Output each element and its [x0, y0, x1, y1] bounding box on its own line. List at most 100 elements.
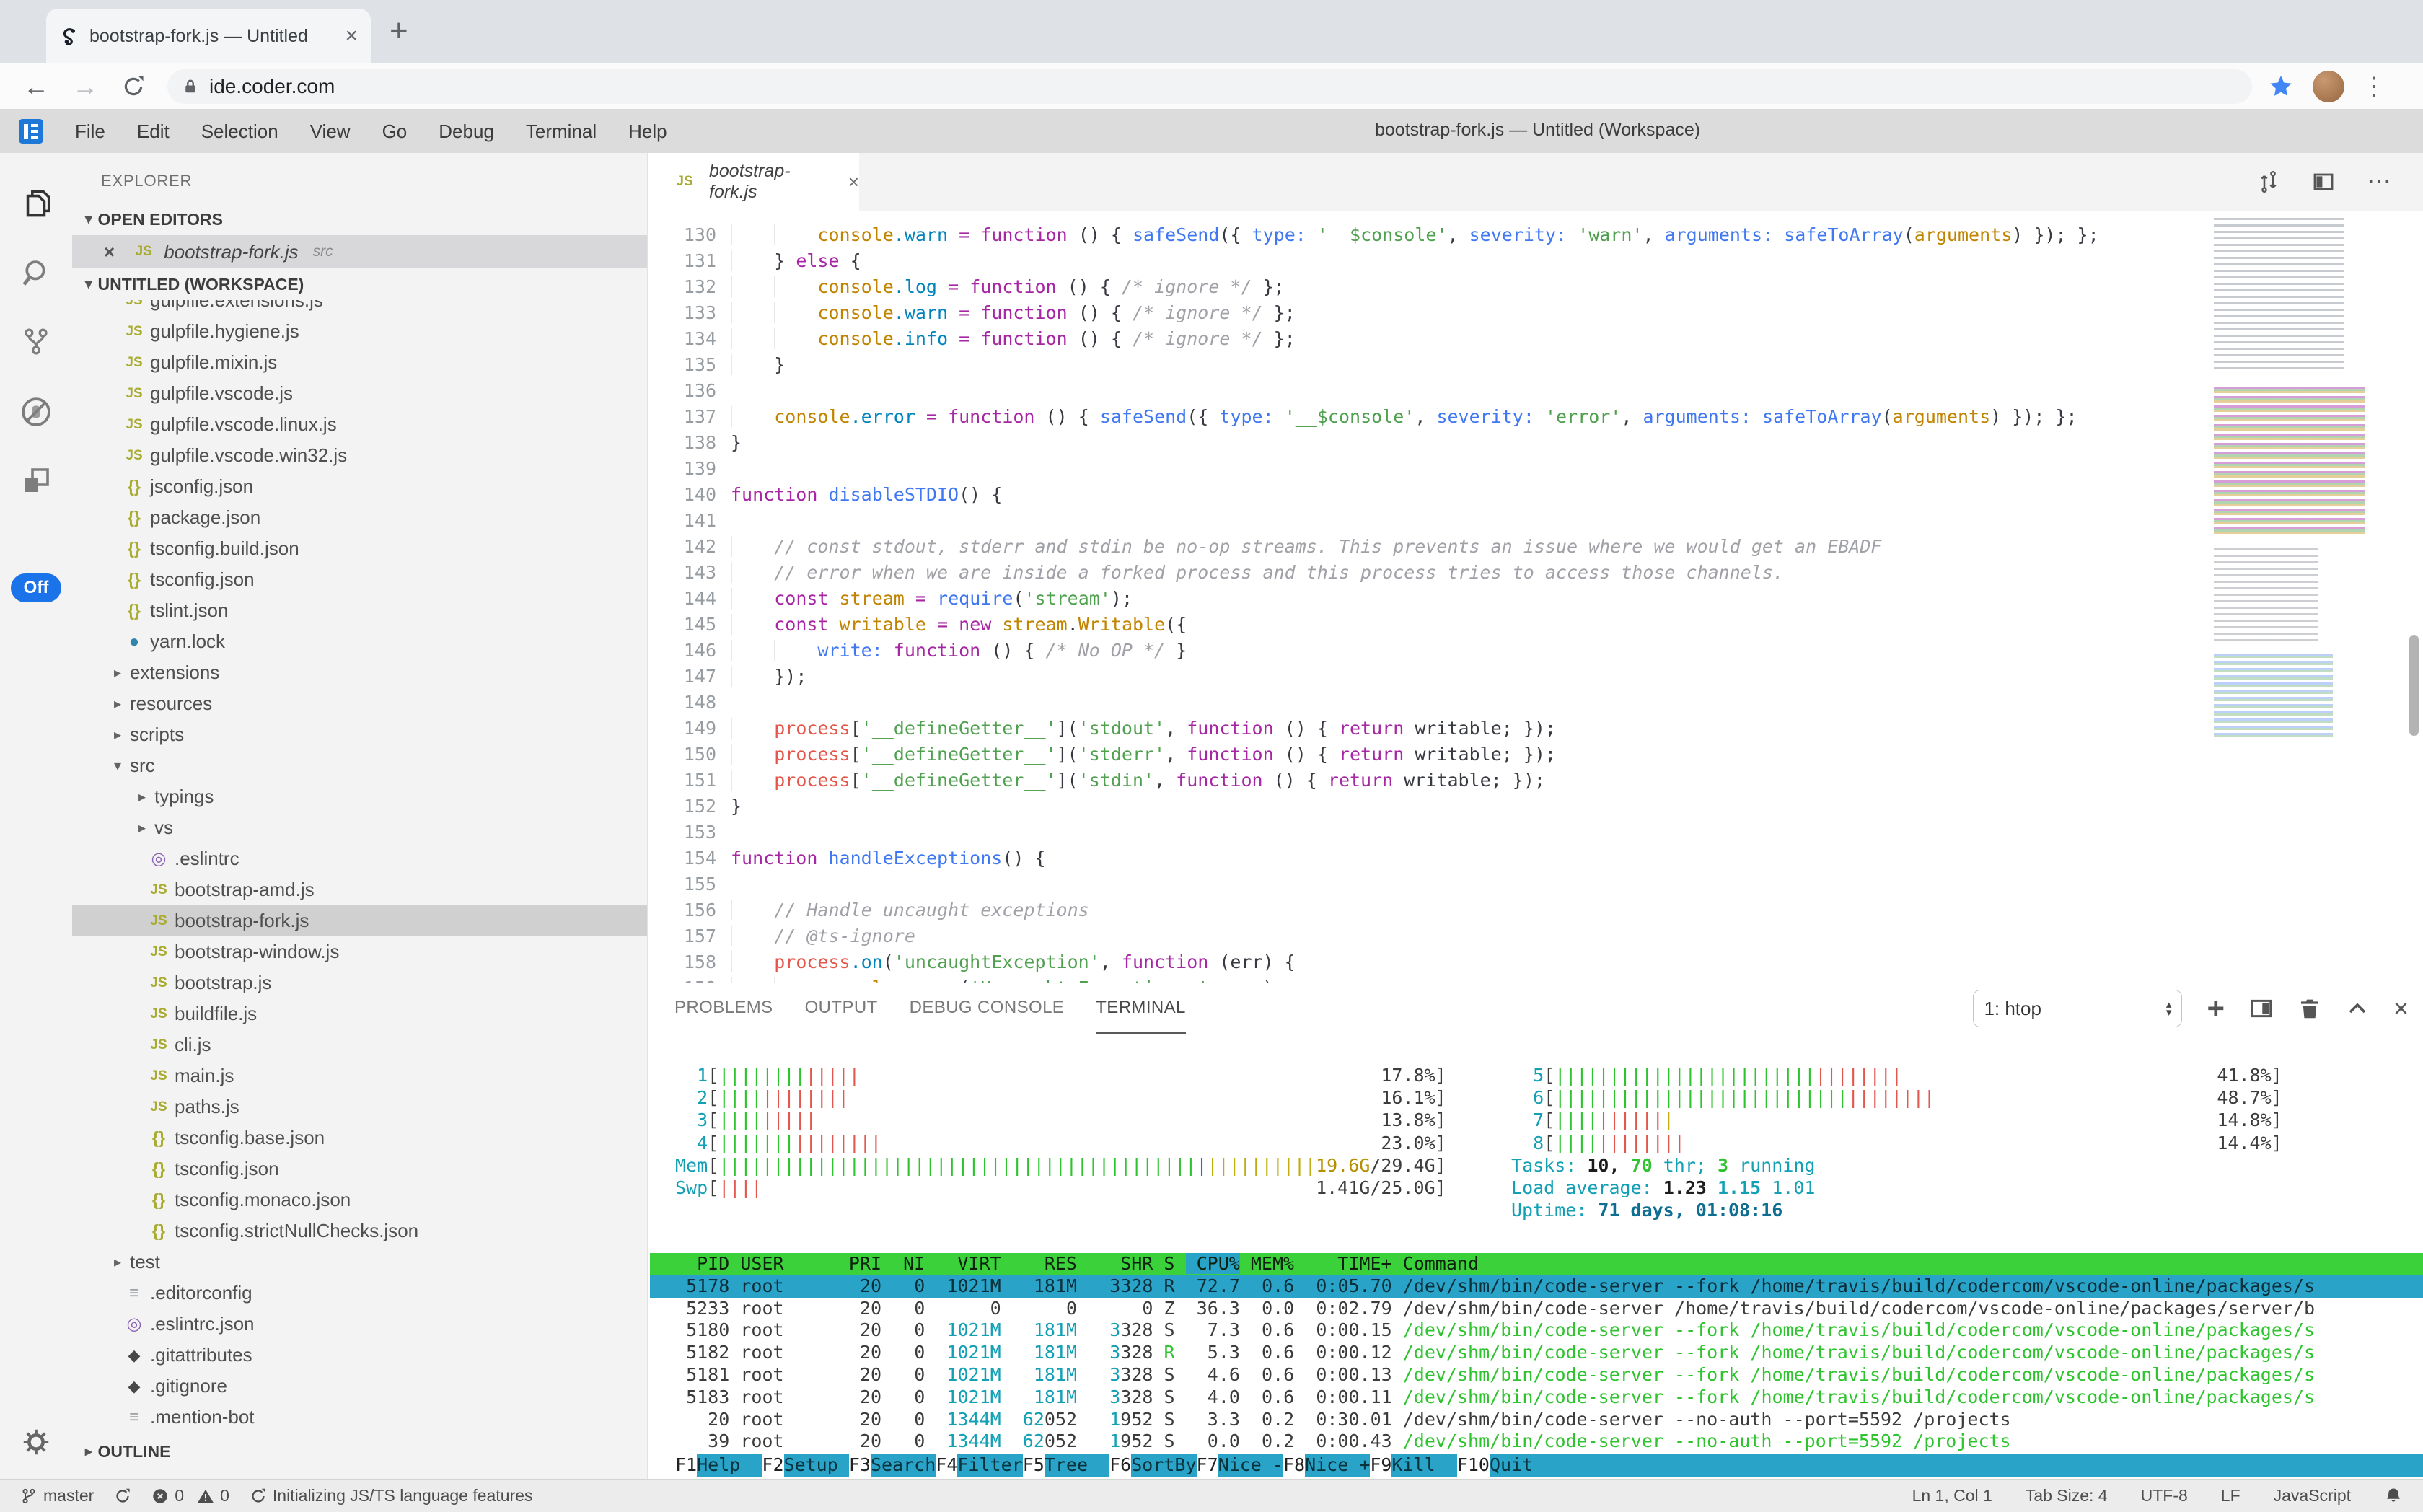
tree-item-bootstrap-window.js[interactable]: JSbootstrap-window.js — [72, 936, 647, 967]
tree-item-typings[interactable]: ▸typings — [72, 781, 647, 812]
tree-item-extensions[interactable]: ▸extensions — [72, 657, 647, 688]
fkey-f9[interactable]: F9 — [1370, 1454, 1391, 1477]
code-line-144[interactable]: const stream = require('stream'); — [731, 586, 2099, 612]
workspace-header[interactable]: ▾ UNTITLED (WORKSPACE) — [72, 268, 647, 300]
tree-item-paths.js[interactable]: JSpaths.js — [72, 1091, 647, 1122]
tree-item-tsconfig.strictNullChecks.json[interactable]: {}tsconfig.strictNullChecks.json — [72, 1216, 647, 1247]
process-row-5180[interactable]: 5180 root 20 0 1021M 181M 3328 S 7.3 0.6… — [650, 1319, 2423, 1342]
browser-menu-icon[interactable]: ⋮ — [2362, 72, 2386, 101]
minimap[interactable] — [2211, 215, 2391, 792]
tree-item-tsconfig.json[interactable]: {}tsconfig.json — [72, 1153, 647, 1184]
tree-item-yarn.lock[interactable]: ●yarn.lock — [72, 626, 647, 657]
code-line-135[interactable]: } — [731, 352, 2099, 378]
code-line-138[interactable]: } — [731, 430, 2099, 456]
fkey-action-filter[interactable]: Filter — [957, 1454, 1022, 1477]
tree-item-.editorconfig[interactable]: ≡.editorconfig — [72, 1278, 647, 1309]
maximize-panel-icon[interactable] — [2346, 997, 2369, 1020]
tab-close-icon[interactable]: × — [848, 171, 859, 193]
process-row-5233[interactable]: 5233 root 20 0 0 0 0 Z 36.3 0.0 0:02.79 … — [650, 1298, 2423, 1320]
panel-tab-problems[interactable]: PROBLEMS — [674, 983, 773, 1034]
tree-item-.mention-bot[interactable]: ≡.mention-bot — [72, 1402, 647, 1433]
fkey-action-search[interactable]: Search — [871, 1454, 936, 1477]
eol[interactable]: LF — [2221, 1486, 2240, 1506]
search-icon[interactable] — [0, 255, 72, 291]
code-line-156[interactable]: // Handle uncaught exceptions — [731, 897, 2099, 923]
code-line-149[interactable]: process['__defineGetter__']('stdout', fu… — [731, 716, 2099, 742]
tree-item-gulpfile.vscode.win32.js[interactable]: JSgulpfile.vscode.win32.js — [72, 440, 647, 471]
tree-item-tsconfig.build.json[interactable]: {}tsconfig.build.json — [72, 533, 647, 564]
process-row-5182[interactable]: 5182 root 20 0 1021M 181M 3328 R 5.3 0.6… — [650, 1342, 2423, 1364]
new-tab-button[interactable]: + — [390, 13, 408, 49]
more-actions-icon[interactable]: ⋯ — [2367, 167, 2391, 196]
telemetry-off-badge[interactable]: Off — [11, 573, 61, 602]
tab-close-icon[interactable]: × — [345, 24, 358, 48]
fkey-action-sortby[interactable]: SortBy — [1131, 1454, 1196, 1477]
fkey-action-nice[interactable]: Nice + — [1305, 1454, 1370, 1477]
tree-item-.eslintrc.json[interactable]: ◎.eslintrc.json — [72, 1309, 647, 1340]
code-line-151[interactable]: process['__defineGetter__']('stdin', fun… — [731, 768, 2099, 794]
process-row-20[interactable]: 20 root 20 0 1344M 62052 1952 S 3.3 0.2 … — [650, 1409, 2423, 1431]
menu-item-file[interactable]: File — [75, 120, 105, 143]
code-line-133[interactable]: console.warn = function () { /* ignore *… — [731, 300, 2099, 326]
source-control-icon[interactable] — [0, 325, 72, 358]
close-panel-icon[interactable]: × — [2393, 993, 2409, 1024]
code-line-152[interactable]: } — [731, 794, 2099, 819]
terminal-select[interactable]: 1: htop ▴▾ — [1973, 990, 2182, 1027]
outline-header[interactable]: ▸ OUTLINE — [72, 1436, 647, 1467]
open-editors-header[interactable]: ▾ OPEN EDITORS — [72, 203, 647, 235]
split-terminal-icon[interactable] — [2249, 996, 2274, 1021]
code-line-155[interactable] — [731, 871, 2099, 897]
kill-terminal-icon[interactable] — [2298, 997, 2321, 1020]
menu-item-help[interactable]: Help — [628, 120, 667, 143]
code-line-146[interactable]: write: function () { /* No OP */ } — [731, 638, 2099, 664]
fkey-f5[interactable]: F5 — [1023, 1454, 1045, 1477]
code-line-142[interactable]: // const stdout, stderr and stdin be no-… — [731, 534, 2099, 560]
tree-item-resources[interactable]: ▸resources — [72, 688, 647, 719]
fkey-f1[interactable]: F1 — [675, 1454, 697, 1477]
browser-tab[interactable]: bootstrap-fork.js — Untitled (W × — [46, 9, 371, 63]
menu-item-selection[interactable]: Selection — [201, 120, 278, 143]
tree-item-.eslintrc[interactable]: ◎.eslintrc — [72, 843, 647, 874]
tree-item-.gitignore[interactable]: ◆.gitignore — [72, 1371, 647, 1402]
menu-item-terminal[interactable]: Terminal — [526, 120, 597, 143]
tree-item-scripts[interactable]: ▸scripts — [72, 719, 647, 750]
panel-tab-output[interactable]: OUTPUT — [805, 983, 878, 1034]
menu-item-edit[interactable]: Edit — [137, 120, 170, 143]
reload-icon[interactable] — [121, 74, 146, 99]
bookmark-star-icon[interactable] — [2268, 74, 2294, 100]
code-line-159[interactable]: console.error('Uncaught Exception: ', er… — [731, 975, 2099, 983]
tree-item-main.js[interactable]: JSmain.js — [72, 1060, 647, 1091]
code-line-157[interactable]: // @ts-ignore — [731, 923, 2099, 949]
fkey-f8[interactable]: F8 — [1283, 1454, 1305, 1477]
fkey-action-setup[interactable]: Setup — [784, 1454, 849, 1477]
editor-scrollbar[interactable] — [2409, 635, 2419, 736]
menu-item-debug[interactable]: Debug — [439, 120, 494, 143]
code-line-130[interactable]: console.warn = function () { safeSend({ … — [731, 222, 2099, 248]
fkey-action-help[interactable]: Help — [697, 1454, 762, 1477]
debug-disabled-icon[interactable] — [0, 394, 72, 430]
code-line-134[interactable]: console.info = function () { /* ignore *… — [731, 326, 2099, 352]
language-status[interactable]: Initializing JS/TS language features — [250, 1486, 533, 1506]
fkey-f7[interactable]: F7 — [1197, 1454, 1218, 1477]
code-line-150[interactable]: process['__defineGetter__']('stderr', fu… — [731, 742, 2099, 768]
code-line-131[interactable]: } else { — [731, 248, 2099, 274]
tree-item-vs[interactable]: ▸vs — [72, 812, 647, 843]
tree-item-.gitattributes[interactable]: ◆.gitattributes — [72, 1340, 647, 1371]
code-line-137[interactable]: console.error = function () { safeSend({… — [731, 404, 2099, 430]
code-line-140[interactable]: function disableSTDIO() { — [731, 482, 2099, 508]
notifications-bell-icon[interactable] — [2384, 1487, 2403, 1506]
code-line-147[interactable]: }); — [731, 664, 2099, 690]
url-bar[interactable]: ide.coder.com — [167, 69, 2252, 104]
code-line-132[interactable]: console.log = function () { /* ignore */… — [731, 274, 2099, 300]
fkey-f6[interactable]: F6 — [1109, 1454, 1131, 1477]
code-editor[interactable]: 1301311321331341351361371381391401411421… — [650, 211, 2423, 983]
tree-item-src[interactable]: ▾src — [72, 750, 647, 781]
sync-button[interactable] — [114, 1487, 131, 1505]
process-row-5183[interactable]: 5183 root 20 0 1021M 181M 3328 S 4.0 0.6… — [650, 1386, 2423, 1409]
editor-code[interactable]: console.warn = function () { safeSend({ … — [731, 222, 2099, 983]
split-editor-icon[interactable] — [2312, 170, 2335, 193]
code-line-145[interactable]: const writable = new stream.Writable({ — [731, 612, 2099, 638]
fkey-action-kill[interactable]: Kill — [1391, 1454, 1456, 1477]
tree-item-gulpfile.hygiene.js[interactable]: JSgulpfile.hygiene.js — [72, 316, 647, 347]
code-line-148[interactable] — [731, 690, 2099, 716]
